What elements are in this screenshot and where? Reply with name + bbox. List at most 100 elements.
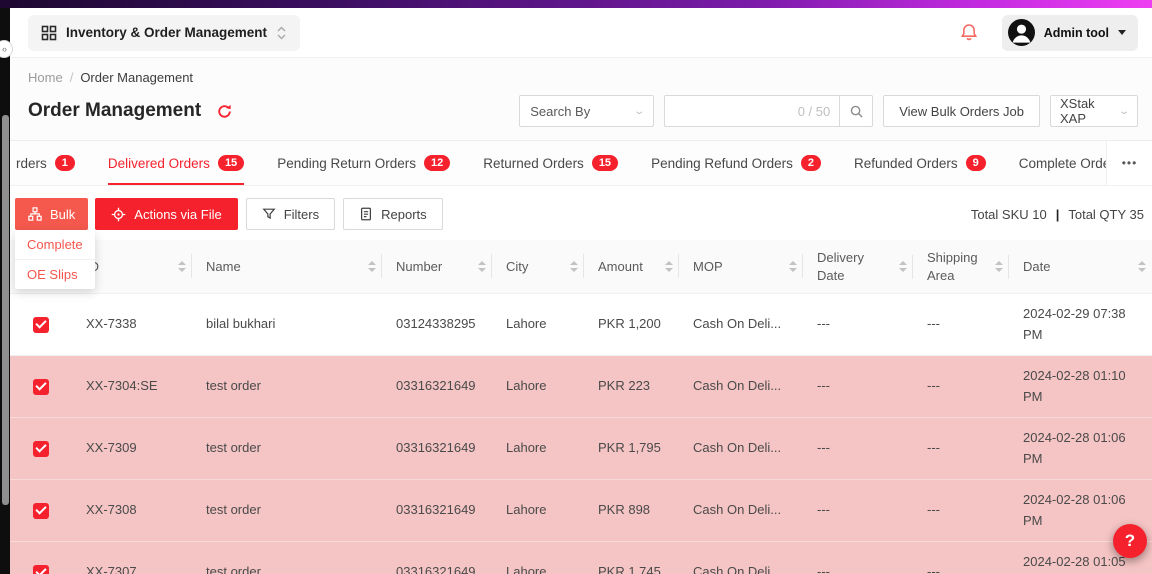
tab-refunded-orders[interactable]: Refunded Orders9 — [854, 141, 986, 185]
sort-icon[interactable] — [665, 261, 673, 272]
aim-target-icon — [111, 207, 126, 222]
sort-icon[interactable] — [899, 261, 907, 272]
sort-icon[interactable] — [995, 261, 1003, 272]
column-header-delivery-date[interactable]: Delivery Date — [803, 241, 913, 292]
more-tabs-button[interactable]: ••• — [1106, 141, 1152, 185]
cell-mop: Cash On Deli... — [679, 367, 803, 405]
collapsed-sidebar-rail[interactable] — [0, 8, 10, 574]
bulk-menu-item-oe-slips[interactable]: OE Slips — [15, 259, 95, 289]
search-button[interactable] — [840, 95, 873, 127]
page-title: Order Management — [28, 100, 201, 122]
cell-date: 2024-02-28 01:10 PM — [1009, 357, 1152, 415]
workspace-select[interactable]: XStak XAP ⌄ — [1050, 95, 1138, 127]
cell-mop: Cash On Deli... — [679, 305, 803, 343]
cell-number: 03316321649 — [382, 367, 492, 405]
actions-via-file-button[interactable]: Actions via File — [95, 198, 237, 230]
sort-icon[interactable] — [570, 261, 578, 272]
help-button[interactable]: ? — [1113, 524, 1147, 558]
search-by-select[interactable]: Search By ⌄ — [519, 95, 654, 127]
refresh-button[interactable] — [216, 103, 233, 120]
cell-delivery-date: --- — [803, 305, 913, 343]
row-checkbox[interactable] — [33, 503, 49, 519]
cell-date: 2024-02-28 01:06 PM — [1009, 419, 1152, 477]
person-icon — [1008, 19, 1035, 46]
notifications-button[interactable] — [960, 23, 978, 42]
cell-number: 03316321649 — [382, 429, 492, 467]
cell-name: test order — [192, 367, 382, 405]
column-header-amount[interactable]: Amount — [584, 250, 679, 284]
bell-icon — [960, 23, 978, 42]
filters-button[interactable]: Filters — [246, 198, 335, 230]
cell-delivery-date: --- — [803, 553, 913, 574]
bulk-button[interactable]: Bulk — [15, 198, 88, 230]
reports-button[interactable]: Reports — [343, 198, 443, 230]
tab-pending-return-orders[interactable]: Pending Return Orders12 — [277, 141, 450, 185]
tab-complete-orders[interactable]: Complete Orders31 — [1019, 141, 1106, 185]
search-char-counter: 0 / 50 — [798, 104, 831, 119]
bulk-menu-item-complete[interactable]: Complete — [15, 230, 95, 259]
chevron-down-icon: ⌄ — [1118, 106, 1130, 117]
column-header-name[interactable]: Name — [192, 250, 382, 284]
cell-mop: Cash On Deli... — [679, 429, 803, 467]
sidebar-scrollbar-thumb[interactable] — [2, 115, 9, 505]
toolbar: Bulk Actions via File Filters — [10, 186, 1152, 240]
sort-icon[interactable] — [1138, 261, 1146, 272]
table-body: XX-7338bilal bukhari03124338295LahorePKR… — [10, 294, 1152, 574]
tab-count-badge: 2 — [801, 155, 821, 171]
actions-via-file-label: Actions via File — [134, 207, 221, 222]
row-checkbox[interactable] — [33, 441, 49, 457]
column-header-number[interactable]: Number — [382, 250, 492, 284]
tab-count-badge: 1 — [55, 155, 75, 171]
search-controls: Search By ⌄ 0 / 50 — [519, 95, 1138, 127]
cell-id: XX-7308 — [72, 491, 192, 529]
view-bulk-orders-job-button[interactable]: View Bulk Orders Job — [883, 95, 1040, 127]
cell-id: XX-7304:SE — [72, 367, 192, 405]
column-header-shipping-area[interactable]: Shipping Area — [913, 241, 1009, 292]
tab-label: Delivered Orders — [108, 156, 210, 171]
cell-delivery-date: --- — [803, 367, 913, 405]
refresh-icon — [216, 103, 233, 120]
page-head: Home / Order Management Order Management… — [10, 58, 1152, 140]
cell-number: 03316321649 — [382, 553, 492, 574]
app-switcher-label: Inventory & Order Management — [66, 25, 267, 40]
tab-returned-orders[interactable]: Returned Orders15 — [483, 141, 618, 185]
sort-icon[interactable] — [789, 261, 797, 272]
cell-id: XX-7309 — [72, 429, 192, 467]
orders-table: IDNameNumberCityAmountMOPDelivery DateSh… — [10, 240, 1152, 574]
search-input[interactable] — [674, 104, 797, 119]
file-report-icon — [359, 207, 373, 221]
app-header: Inventory & Order Management — [10, 8, 1152, 58]
sort-icon[interactable] — [478, 261, 486, 272]
sort-icon[interactable] — [178, 261, 186, 272]
column-label: Number — [396, 258, 473, 276]
app-switcher-button[interactable]: Inventory & Order Management — [28, 15, 300, 51]
sort-icon[interactable] — [368, 261, 376, 272]
row-checkbox[interactable] — [33, 379, 49, 395]
funnel-icon — [262, 207, 276, 221]
user-menu-button[interactable]: Admin tool — [1002, 15, 1138, 51]
breadcrumb: Home / Order Management — [28, 70, 1138, 85]
tab-label: Returned Orders — [483, 156, 584, 171]
grid-apps-icon — [41, 25, 57, 41]
table-row: XX-7338bilal bukhari03124338295LahorePKR… — [10, 294, 1152, 356]
column-header-city[interactable]: City — [492, 250, 584, 284]
cell-city: Lahore — [492, 553, 584, 574]
avatar — [1008, 19, 1035, 46]
tab-pending-refund-orders[interactable]: Pending Refund Orders2 — [651, 141, 821, 185]
workspace-value: XStak XAP — [1060, 96, 1120, 126]
row-checkbox[interactable] — [33, 317, 49, 333]
cell-city: Lahore — [492, 305, 584, 343]
row-checkbox-cell — [10, 379, 72, 395]
column-header-date[interactable]: Date — [1009, 250, 1152, 284]
tab-rders[interactable]: rders1 — [16, 141, 75, 185]
column-header-mop[interactable]: MOP — [679, 250, 803, 284]
breadcrumb-home-link[interactable]: Home — [28, 70, 63, 85]
table-row: XX-7304:SEtest order03316321649LahorePKR… — [10, 356, 1152, 418]
total-sku: Total SKU 10 — [971, 207, 1047, 222]
row-checkbox[interactable] — [33, 565, 49, 574]
tabs-bar: rders1 Delivered Orders15 Pending Return O… — [10, 140, 1152, 186]
column-label: Delivery Date — [817, 249, 894, 284]
tab-delivered-orders[interactable]: Delivered Orders15 — [108, 141, 244, 185]
table-row: XX-7307test order03316321649LahorePKR 1,… — [10, 542, 1152, 574]
cell-city: Lahore — [492, 491, 584, 529]
